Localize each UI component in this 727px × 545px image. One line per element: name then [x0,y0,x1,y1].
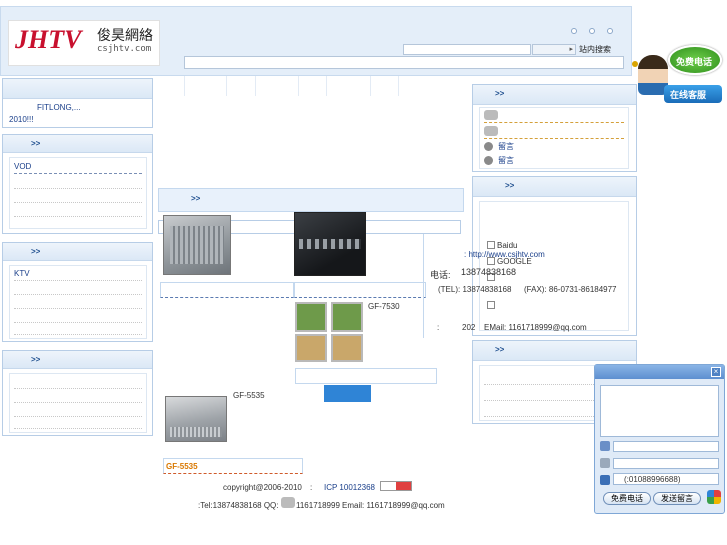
product-image-2[interactable] [294,212,366,276]
header-dot-3[interactable] [607,28,613,34]
footer-contact-line: :Tel:13874838168 QQ: [198,501,279,510]
product-caption-3 [295,368,437,384]
free-call-button[interactable]: 免费电话 [603,492,651,505]
badge-online-service: 在线客服 [670,90,707,100]
nav-item-3[interactable] [227,76,256,96]
product-image-1[interactable] [163,215,231,275]
search-engine-baidu-checkbox[interactable] [487,241,495,249]
chevron-right-icon: ▸ [569,46,573,53]
left-panel-ktv: >> KTV [2,242,153,342]
notice-text-2[interactable]: 2010!!! [9,115,33,124]
left-panel-3: >> [2,350,153,436]
main-nav [156,76,466,96]
left-panel1-title: >> [31,139,41,148]
right-panel3-title: >> [495,345,505,354]
header-bottom-bar [184,56,624,69]
footer-cnzz-badge[interactable] [380,481,412,491]
contact-website[interactable]: : http://www.csjhtv.com [464,250,545,259]
chat-name-input[interactable] [613,441,719,452]
nav-item-2[interactable] [185,76,227,96]
logo-domain: csjhtv.com [97,44,152,54]
contact-fax: (FAX): 86-0731-86184977 [524,285,617,294]
list-item-ktv[interactable]: KTV [14,269,30,278]
product-label-gf5535-b[interactable]: GF-5535 [166,462,198,471]
contact-phone: 13874838168 [461,267,517,277]
user-icon-1 [484,110,498,120]
contact-address-prefix: : [437,323,440,332]
header-dot-1[interactable] [571,28,577,34]
nav-item-7[interactable] [371,76,399,96]
products-header: >> [158,188,464,212]
badge-side-icon [632,61,638,67]
left-panel2-title: >> [31,247,41,256]
product-label-gf5535-a[interactable]: GF-5535 [233,391,265,400]
nav-item-4[interactable] [256,76,299,96]
products-title: >> [191,194,201,203]
search-engine-baidu: Baidu [497,241,518,250]
reply-icon-2 [484,156,493,165]
site-logo[interactable]: JHTV 俊昊網絡 csjhtv.com [8,20,160,66]
send-message-button[interactable]: 发送留言 [653,492,701,505]
contact-tel: (TEL): 13874838168 [438,285,512,294]
message-link-1[interactable]: 留言 [498,141,514,152]
nav-item-1[interactable] [156,76,185,96]
search-engine-4-checkbox[interactable] [487,301,495,309]
header-search-input[interactable] [403,44,531,55]
contact-phone-label: 电话: [430,270,451,280]
list-item-vod[interactable]: VOD [14,162,31,171]
contact-email: EMail: 1161718999@qq.com [484,323,587,332]
nav-item-6[interactable] [327,76,371,96]
product-image-4[interactable] [165,396,227,442]
notice-text-1[interactable]: FITLONG,... [37,103,81,112]
nav-item-5[interactable] [299,76,327,96]
chat-logo-icon [707,490,721,504]
footer-qq: 1161718999 [296,501,340,510]
product-caption-1 [160,282,294,298]
left-panel3-title: >> [31,355,41,364]
send-message-label: 发送留言 [661,494,693,503]
reply-icon-1 [484,142,493,151]
contact-room: 202 [462,323,476,332]
product-more-button[interactable] [324,385,371,402]
phone-small-icon [600,458,610,468]
right-panel-messages: >> 留言 留言 [472,84,637,172]
chat-close-button[interactable]: × [711,367,721,377]
user-icon-2 [484,126,498,136]
phone-icon [600,475,610,485]
footer-email: Email: 1161718999@qq.com [342,501,445,510]
right-panel2-title: >> [505,181,515,190]
free-call-label: 免费电话 [611,494,643,503]
message-link-2[interactable]: 留言 [498,155,514,166]
site-search-button[interactable]: 站内搜索 [578,43,612,56]
logo-brand: JHTV [15,25,82,54]
header-dot-2[interactable] [589,28,595,34]
footer-separator: : [310,483,313,492]
chat-message-textarea[interactable] [600,385,719,437]
notice-panel: FITLONG,... 2010!!! [2,78,153,128]
contact-person-icon [600,441,610,451]
chat-contact-input[interactable] [613,458,719,469]
footer-copyright: copyright@2006-2010 [223,483,302,492]
product-label-gf7530[interactable]: GF-7530 [368,302,400,311]
online-service-badge[interactable]: 免费电话 在线客服 [632,45,724,107]
chat-phone-hint: (:01088996688) [624,475,681,484]
logo-name: 俊昊網絡 [97,27,153,43]
qq-icon[interactable] [281,497,295,508]
right-panel1-title: >> [495,89,505,98]
badge-free-call: 免费电话 [676,57,713,67]
header-search-select[interactable]: ▸ [532,44,576,55]
footer-icp[interactable]: ICP 10012368 [324,483,375,492]
left-panel-vod: >> VOD [2,134,153,234]
chat-widget: × (:01088996688) 免费电话 发送留言 [594,364,725,514]
product-caption-2 [294,282,426,298]
product-image-3[interactable] [295,302,365,362]
product-caption-4: GF-5535 [163,458,303,474]
